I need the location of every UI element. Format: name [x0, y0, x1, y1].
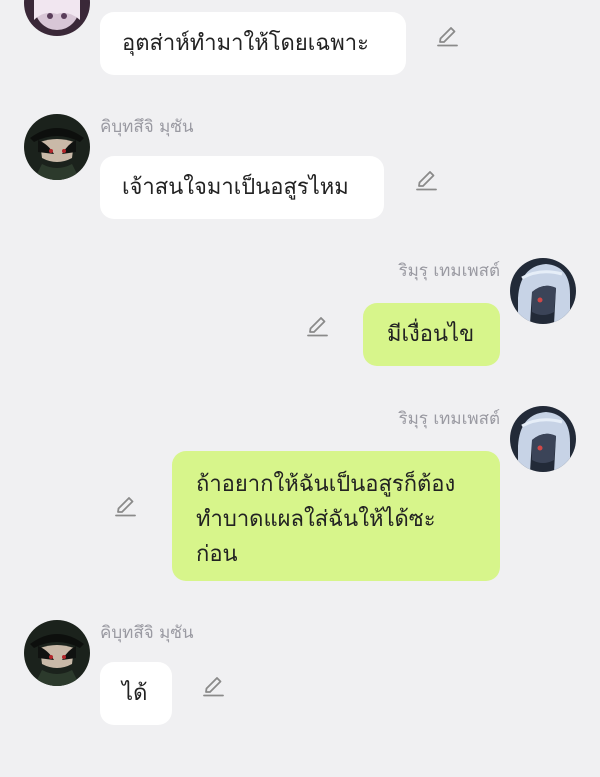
chat-view: อุตส่าห์ทำมาให้โดยเฉพาะ คิบุทสึจิ มุซัน … [0, 0, 600, 777]
message-bubble[interactable]: เจ้าสนใจมาเป็นอสูรไหม [100, 156, 384, 219]
edit-message-button[interactable] [414, 168, 438, 192]
message-text: มีเงื่อนไข [387, 321, 475, 347]
message-text: อุตส่าห์ทำมาให้โดยเฉพาะ [122, 30, 369, 56]
edit-message-button[interactable] [201, 674, 225, 698]
avatar-anime-man-hat-icon [24, 114, 90, 180]
pencil-icon [307, 317, 328, 337]
avatar-anime-silver-hair-icon [510, 406, 576, 472]
pencil-icon [416, 171, 437, 191]
sender-avatar[interactable] [24, 114, 90, 180]
avatar-anime-silver-hair-icon [510, 258, 576, 324]
edit-message-button[interactable] [305, 314, 329, 338]
pencil-icon [437, 27, 458, 47]
message-bubble[interactable]: มีเงื่อนไข [363, 303, 500, 366]
edit-message-button[interactable] [435, 24, 459, 48]
sender-name: คิบุทสึจิ มุซัน [100, 117, 194, 137]
avatar-anime-girl-pink-icon [24, 0, 90, 36]
message-bubble[interactable]: อุตส่าห์ทำมาให้โดยเฉพาะ [100, 12, 406, 75]
edit-message-button[interactable] [113, 494, 137, 518]
message-bubble[interactable]: ได้ [100, 662, 172, 725]
sender-name: คิบุทสึจิ มุซัน [100, 623, 194, 643]
message-text-line: ก่อน [196, 542, 238, 567]
message-text: ได้ [122, 680, 148, 706]
message-text: ถ้าอยากให้ฉันเป็นอสูรก็ต้อง ทำบาดแผลใส่ฉ… [196, 467, 455, 572]
sender-avatar[interactable] [510, 258, 576, 324]
sender-name: ริมุรุ เทมเพสต์ [398, 261, 500, 281]
sender-avatar[interactable] [510, 406, 576, 472]
avatar-anime-man-hat-icon [24, 620, 90, 686]
sender-avatar[interactable] [24, 620, 90, 686]
sender-avatar[interactable] [24, 0, 90, 36]
message-text-line: ถ้าอยากให้ฉันเป็นอสูรก็ต้อง [196, 472, 456, 497]
message-text: เจ้าสนใจมาเป็นอสูรไหม [122, 174, 349, 200]
sender-name: ริมุรุ เทมเพสต์ [398, 409, 500, 429]
pencil-icon [203, 677, 224, 697]
pencil-icon [115, 497, 136, 517]
message-bubble[interactable]: ถ้าอยากให้ฉันเป็นอสูรก็ต้อง ทำบาดแผลใส่ฉ… [172, 451, 500, 581]
message-text-line: ทำบาดแผลใส่ฉันให้ได้ซะ [196, 507, 436, 532]
